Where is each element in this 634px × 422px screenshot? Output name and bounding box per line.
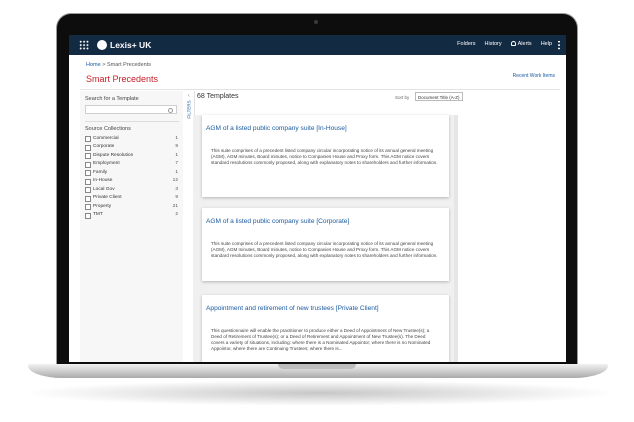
sort-select[interactable]: Document Title (A-Z) <box>415 92 463 101</box>
nav-alerts[interactable]: Alerts <box>510 41 532 47</box>
laptop-notch <box>278 364 356 369</box>
app-grid-icon[interactable] <box>79 40 89 50</box>
sidebar-divider <box>85 121 179 122</box>
source-collections-title: Source Collections <box>85 126 131 132</box>
filter-count: 1 <box>175 169 178 175</box>
filter-count: 7 <box>175 161 178 166</box>
filter-label: Corporate <box>93 144 115 149</box>
filter-item[interactable]: TMT 2 <box>85 212 178 221</box>
filters-toggle-label: FILTERS <box>186 100 192 119</box>
filter-item[interactable]: Commercial 1 <box>85 135 178 144</box>
filter-checkbox[interactable] <box>85 212 91 219</box>
nav-folders[interactable]: Folders <box>457 41 475 47</box>
breadcrumb: Home > Smart Precedents <box>86 62 151 68</box>
filter-checkbox[interactable] <box>85 187 91 193</box>
filter-label: TMT <box>93 212 103 217</box>
filter-count: 3 <box>175 186 178 192</box>
template-search-input[interactable] <box>85 105 177 114</box>
filter-label: Commercial <box>93 135 119 141</box>
filter-count: 12 <box>172 178 178 183</box>
breadcrumb-separator: > <box>102 62 106 68</box>
filter-count: 1 <box>175 152 178 158</box>
template-title-link[interactable]: AGM of a listed public company suite [Co… <box>206 218 349 225</box>
filter-checkbox[interactable] <box>85 178 91 185</box>
filter-checkbox[interactable] <box>85 144 91 151</box>
filter-count: 9 <box>175 195 178 200</box>
app-screen: Lexis+ UK Folders History Alerts Help Ho… <box>69 35 566 362</box>
filter-checkbox[interactable] <box>85 161 91 168</box>
template-description: This suite comprises of a precedent list… <box>211 241 438 259</box>
breadcrumb-home[interactable]: Home <box>86 62 101 68</box>
more-menu-icon[interactable] <box>558 40 560 50</box>
filter-label: Local Gov <box>93 186 115 192</box>
filter-count: 2 <box>175 212 178 217</box>
search-icon[interactable] <box>167 107 173 113</box>
filter-item[interactable]: Property 21 <box>85 203 178 212</box>
header-divider <box>80 89 560 90</box>
nav-alerts-label: Alerts <box>517 41 532 47</box>
template-card[interactable]: AGM of a listed public company suite [Co… <box>202 208 449 281</box>
nav-help[interactable]: Help <box>541 41 552 47</box>
filter-item[interactable]: Private Client 9 <box>85 195 178 204</box>
filter-checkbox[interactable] <box>85 136 91 142</box>
filter-item[interactable]: Corporate 9 <box>85 144 178 153</box>
template-title-link[interactable]: Appointment and retirement of new truste… <box>206 305 379 312</box>
breadcrumb-current: Smart Precedents <box>106 62 151 68</box>
brand-name[interactable]: Lexis+ UK <box>110 40 151 50</box>
results-scrollbar[interactable] <box>454 115 458 362</box>
filter-label: Property <box>93 203 112 209</box>
filter-label: Private Client <box>93 195 122 200</box>
template-card[interactable]: AGM of a listed public company suite [In… <box>202 115 449 197</box>
page-title: Smart Precedents <box>86 74 159 84</box>
filter-count: 1 <box>175 135 178 141</box>
filter-label: Dispute Resolution <box>93 152 134 158</box>
top-bar: Lexis+ UK Folders History Alerts Help <box>69 35 566 55</box>
filter-item[interactable]: Employment 7 <box>85 161 178 170</box>
template-description: This suite comprises of a precedent list… <box>211 148 438 166</box>
filter-item[interactable]: In-House 12 <box>85 178 178 187</box>
template-title-link[interactable]: AGM of a listed public company suite [In… <box>206 125 347 132</box>
camera-dot <box>314 20 318 24</box>
top-nav: Folders History Alerts Help <box>457 41 552 47</box>
bell-icon <box>510 41 516 46</box>
sort-label: Sort by <box>395 95 410 100</box>
filter-item[interactable]: Dispute Resolution 1 <box>85 152 178 161</box>
filter-item[interactable]: Local Gov 3 <box>85 186 178 195</box>
filter-count: 21 <box>172 203 178 209</box>
filter-checkbox[interactable] <box>85 195 91 202</box>
filter-count: 9 <box>175 144 178 149</box>
search-label: Search for a Template <box>85 96 139 102</box>
nav-history[interactable]: History <box>485 41 502 47</box>
filter-label: In-House <box>93 178 113 183</box>
filter-label: Family <box>93 169 108 175</box>
filter-label: Employment <box>93 161 120 166</box>
filter-checkbox[interactable] <box>85 153 91 159</box>
laptop-shadow <box>20 380 620 406</box>
filter-item[interactable]: Family 1 <box>85 169 178 178</box>
chevron-left-icon: ‹ <box>188 93 190 99</box>
recent-work-items-link[interactable]: Recent Work Items <box>513 73 555 79</box>
filter-sidebar: Search for a Template Source Collections… <box>80 91 183 362</box>
filter-checkbox[interactable] <box>85 170 91 176</box>
template-count: 68 Templates <box>197 93 239 100</box>
source-collections-list: Commercial 1 Corporate 9 Dispute Resolution 1… <box>85 135 178 220</box>
template-card[interactable]: Appointment and retirement of new truste… <box>202 295 449 362</box>
template-description: This questionnaire will enable the pract… <box>211 328 431 352</box>
filter-checkbox[interactable] <box>85 204 91 210</box>
lexis-logo-icon <box>97 40 107 50</box>
